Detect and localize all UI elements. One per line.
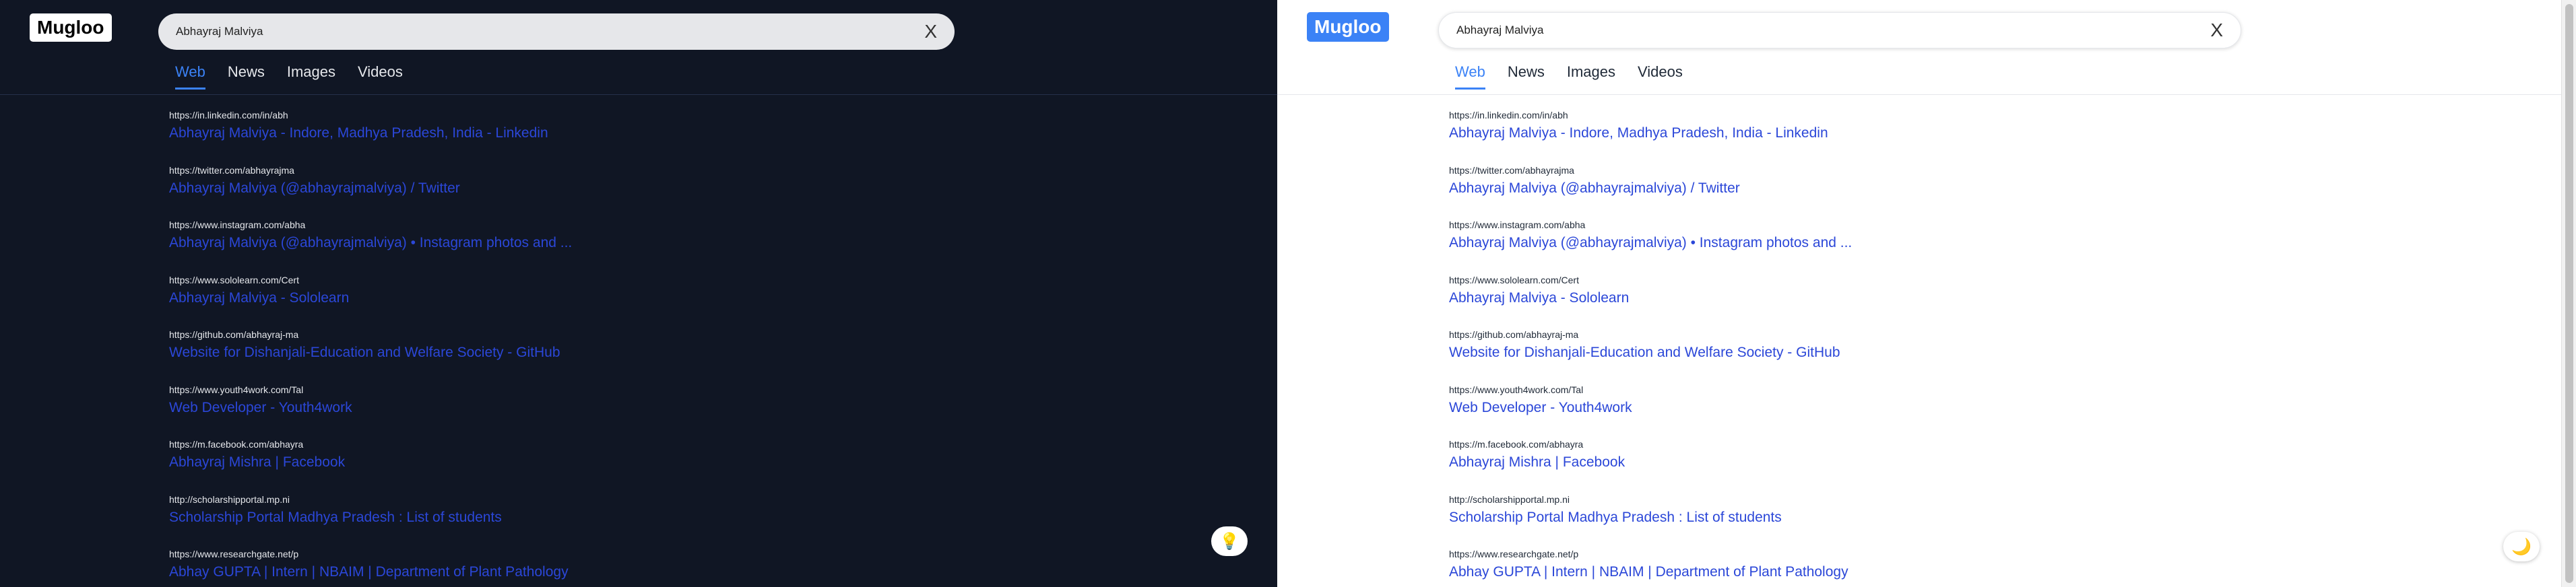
result-title-link[interactable]: Abhay GUPTA | Intern | NBAIM | Departmen… [1449, 562, 2055, 582]
logo[interactable]: Mugloo [30, 13, 112, 42]
result-url: https://github.com/abhayraj-ma [169, 329, 299, 340]
result-item: https://github.com/abhayraj-ma Website fo… [169, 329, 775, 384]
result-title-link[interactable]: Scholarship Portal Madhya Pradesh : List… [169, 508, 775, 528]
result-url: https://m.facebook.com/abhayra [1449, 439, 1584, 450]
result-url: https://twitter.com/abhayrajma [1449, 164, 1574, 176]
result-title-link[interactable]: Abhay GUPTA | Intern | NBAIM | Departmen… [169, 562, 775, 582]
search-input[interactable]: Abhayraj Malviya [176, 25, 924, 38]
result-url: https://www.sololearn.com/Cert [169, 274, 299, 285]
result-title-link[interactable]: Abhayraj Malviya - Indore, Madhya Prades… [1449, 123, 2055, 143]
tab-news[interactable]: News [228, 63, 265, 90]
tab-web[interactable]: Web [175, 63, 205, 90]
result-item: https://www.sololearn.com/Cert Abhayraj M… [1449, 274, 2055, 329]
clear-search-button[interactable]: X [924, 21, 937, 42]
result-item: https://www.instagram.com/abha Abhayraj M… [169, 219, 775, 274]
result-url: https://www.instagram.com/abha [1449, 219, 1586, 230]
tab-news[interactable]: News [1508, 63, 1545, 90]
scrollbar-thumb[interactable] [2565, 4, 2573, 583]
result-title-link[interactable]: Website for Dishanjali-Education and Wel… [1449, 343, 2055, 363]
result-title-link[interactable]: Abhayraj Malviya (@abhayrajmalviya) • In… [1449, 233, 2055, 253]
result-title-link[interactable]: Website for Dishanjali-Education and Wel… [169, 343, 775, 363]
moon-icon[interactable]: 🌙 [2503, 532, 2540, 561]
result-url: https://www.youth4work.com/Tal [1449, 384, 1584, 395]
search-bar[interactable]: Abhayraj Malviya X [1438, 12, 2241, 48]
tab-images[interactable]: Images [287, 63, 335, 90]
result-item: https://twitter.com/abhayrajma Abhayraj M… [1449, 164, 2055, 219]
result-tabs: Web News Images Videos [1455, 63, 1683, 90]
search-input[interactable]: Abhayraj Malviya [1456, 24, 2210, 37]
result-url: https://in.linkedin.com/in/abh [169, 110, 288, 120]
result-url: https://www.researchgate.net/p [1449, 549, 1579, 559]
tab-web[interactable]: Web [1455, 63, 1485, 90]
result-title-link[interactable]: Abhayraj Malviya (@abhayrajmalviya) / Tw… [169, 178, 775, 199]
result-url: https://www.youth4work.com/Tal [169, 384, 304, 395]
result-title-link[interactable]: Abhayraj Malviya (@abhayrajmalviya) / Tw… [1449, 178, 2055, 199]
result-url: https://in.linkedin.com/in/abh [1449, 110, 1568, 120]
logo[interactable]: Mugloo [1307, 12, 1389, 42]
result-title-link[interactable]: Abhayraj Malviya - Sololearn [1449, 288, 2055, 308]
result-item: https://www.sololearn.com/Cert Abhayraj M… [169, 274, 775, 329]
result-url: http://scholarshipportal.mp.ni [1449, 493, 1570, 505]
result-url: https://m.facebook.com/abhayra [169, 439, 304, 450]
results-list: https://in.linkedin.com/in/abh Abhayraj M… [1449, 109, 2055, 587]
result-item: https://twitter.com/abhayrajma Abhayraj M… [169, 164, 775, 219]
result-item: https://www.instagram.com/abha Abhayraj M… [1449, 219, 2055, 274]
result-item: https://www.youth4work.com/Tal Web Develo… [169, 384, 775, 439]
search-bar[interactable]: Abhayraj Malviya X [158, 13, 955, 50]
result-title-link[interactable]: Web Developer - Youth4work [1449, 398, 2055, 418]
clear-search-button[interactable]: X [2210, 20, 2223, 41]
result-item: https://in.linkedin.com/in/abh Abhayraj M… [169, 109, 775, 164]
result-item: https://github.com/abhayraj-ma Website fo… [1449, 329, 2055, 384]
result-url: http://scholarshipportal.mp.ni [169, 493, 290, 505]
result-title-link[interactable]: Abhayraj Malviya (@abhayrajmalviya) • In… [169, 233, 775, 253]
tab-images[interactable]: Images [1567, 63, 1615, 90]
result-item: https://www.researchgate.net/p Abhay GUPT… [169, 548, 775, 587]
tab-videos[interactable]: Videos [358, 63, 403, 90]
dark-theme-pane: Mugloo Abhayraj Malviya X Web News Image… [0, 0, 1277, 587]
result-item: http://scholarshipportal.mp.ni Scholarshi… [169, 493, 775, 549]
result-title-link[interactable]: Abhayraj Malviya - Sololearn [169, 288, 775, 308]
result-url: https://www.sololearn.com/Cert [1449, 274, 1579, 285]
result-title-link[interactable]: Abhayraj Mishra | Facebook [169, 452, 775, 473]
result-url: https://www.instagram.com/abha [169, 219, 306, 230]
result-item: http://scholarshipportal.mp.ni Scholarshi… [1449, 493, 2055, 549]
light-theme-pane: Mugloo Abhayraj Malviya X Web News Image… [1277, 0, 2576, 587]
result-item: https://m.facebook.com/abhayra Abhayraj M… [169, 438, 775, 493]
divider [1277, 94, 2576, 95]
result-item: https://www.youth4work.com/Tal Web Develo… [1449, 384, 2055, 439]
result-title-link[interactable]: Scholarship Portal Madhya Pradesh : List… [1449, 508, 2055, 528]
results-list: https://in.linkedin.com/in/abh Abhayraj M… [169, 109, 775, 587]
result-url: https://github.com/abhayraj-ma [1449, 329, 1579, 340]
result-item: https://in.linkedin.com/in/abh Abhayraj M… [1449, 109, 2055, 164]
divider [0, 94, 1277, 95]
result-tabs: Web News Images Videos [175, 63, 403, 90]
result-url: https://twitter.com/abhayrajma [169, 164, 294, 176]
result-title-link[interactable]: Web Developer - Youth4work [169, 398, 775, 418]
result-item: https://www.researchgate.net/p Abhay GUPT… [1449, 548, 2055, 587]
result-title-link[interactable]: Abhayraj Mishra | Facebook [1449, 452, 2055, 473]
scrollbar[interactable] [2561, 0, 2576, 587]
tab-videos[interactable]: Videos [1638, 63, 1683, 90]
lightbulb-icon[interactable]: 💡 [1211, 526, 1248, 556]
result-item: https://m.facebook.com/abhayra Abhayraj M… [1449, 438, 2055, 493]
result-url: https://www.researchgate.net/p [169, 549, 299, 559]
result-title-link[interactable]: Abhayraj Malviya - Indore, Madhya Prades… [169, 123, 775, 143]
